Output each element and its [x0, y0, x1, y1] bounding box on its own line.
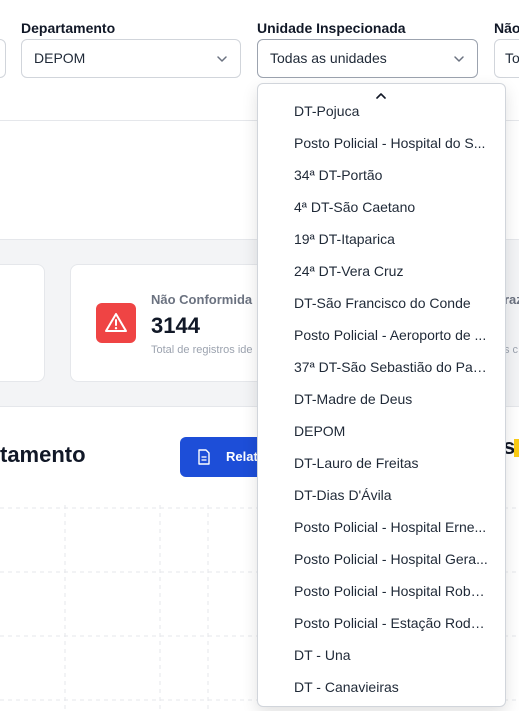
unidade-value: Todas as unidades — [270, 50, 387, 66]
dropdown-option[interactable]: Posto Policial - Estação Rodov... — [294, 614, 490, 632]
section-title: tamento — [0, 442, 86, 467]
previous-filter-select[interactable] — [0, 39, 6, 78]
accent-mark — [514, 439, 519, 457]
dropdown-option[interactable]: DT-Madre de Deus — [294, 390, 490, 408]
dropdown-option[interactable]: Posto Policial - Hospital do S... — [294, 134, 490, 152]
card-title: Não Conformida — [151, 292, 253, 307]
next-filter-label: Não — [494, 20, 519, 36]
dropdown-option[interactable]: 34ª DT-Portão — [294, 166, 490, 184]
right-card-title: raz — [504, 292, 519, 307]
dropdown-option[interactable]: DT - Una — [294, 646, 490, 664]
dropdown-option[interactable]: DT-Pojuca — [294, 102, 490, 120]
dropdown-option[interactable]: 4ª DT-São Caetano — [294, 198, 490, 216]
dropdown-option[interactable]: DT-Dias D'Ávila — [294, 486, 490, 504]
dropdown-option[interactable]: Posto Policial - Hospital Robe... — [294, 582, 490, 600]
departamento-select[interactable]: DEPOM — [21, 39, 241, 78]
departamento-label: Departamento — [21, 20, 116, 36]
dropdown-option[interactable]: 37ª DT-São Sebastião do Passé — [294, 358, 490, 376]
unidade-dropdown[interactable]: DT-Pojuca Posto Policial - Hospital do S.… — [257, 83, 506, 707]
unidade-select[interactable]: Todas as unidades — [257, 39, 478, 78]
dropdown-option[interactable]: 24ª DT-Vera Cruz — [294, 262, 490, 280]
departamento-value: DEPOM — [34, 50, 86, 66]
dropdown-option[interactable]: DT-Lauro de Freitas — [294, 454, 490, 472]
dropdown-option[interactable]: DT-São Francisco do Conde — [294, 294, 490, 312]
chevron-up-icon[interactable] — [375, 90, 387, 100]
dropdown-option[interactable]: DEPOM — [294, 422, 490, 440]
document-icon — [198, 449, 210, 465]
chevron-down-icon — [454, 56, 464, 62]
right-card-subtitle: s c — [504, 344, 519, 356]
stat-card-left — [0, 264, 45, 382]
chevron-down-icon — [217, 56, 227, 62]
dropdown-option[interactable]: 19ª DT-Itaparica — [294, 230, 490, 248]
next-filter-select[interactable]: To — [494, 39, 519, 78]
unidade-label: Unidade Inspecionada — [257, 20, 406, 36]
dropdown-option[interactable]: Posto Policial - Aeroporto de ... — [294, 326, 490, 344]
warning-icon — [105, 313, 127, 332]
warning-icon-box — [96, 303, 136, 343]
next-filter-value: To — [505, 50, 519, 66]
card-value: 3144 — [151, 313, 200, 338]
dropdown-option[interactable]: Posto Policial - Hospital Erne... — [294, 518, 490, 536]
report-button-label: Relat — [226, 449, 258, 464]
dropdown-option[interactable]: DT - Canavieiras — [294, 678, 490, 696]
card-subtitle: Total de registros ide — [151, 344, 253, 356]
dropdown-option[interactable]: Posto Policial - Hospital Gera... — [294, 550, 490, 568]
